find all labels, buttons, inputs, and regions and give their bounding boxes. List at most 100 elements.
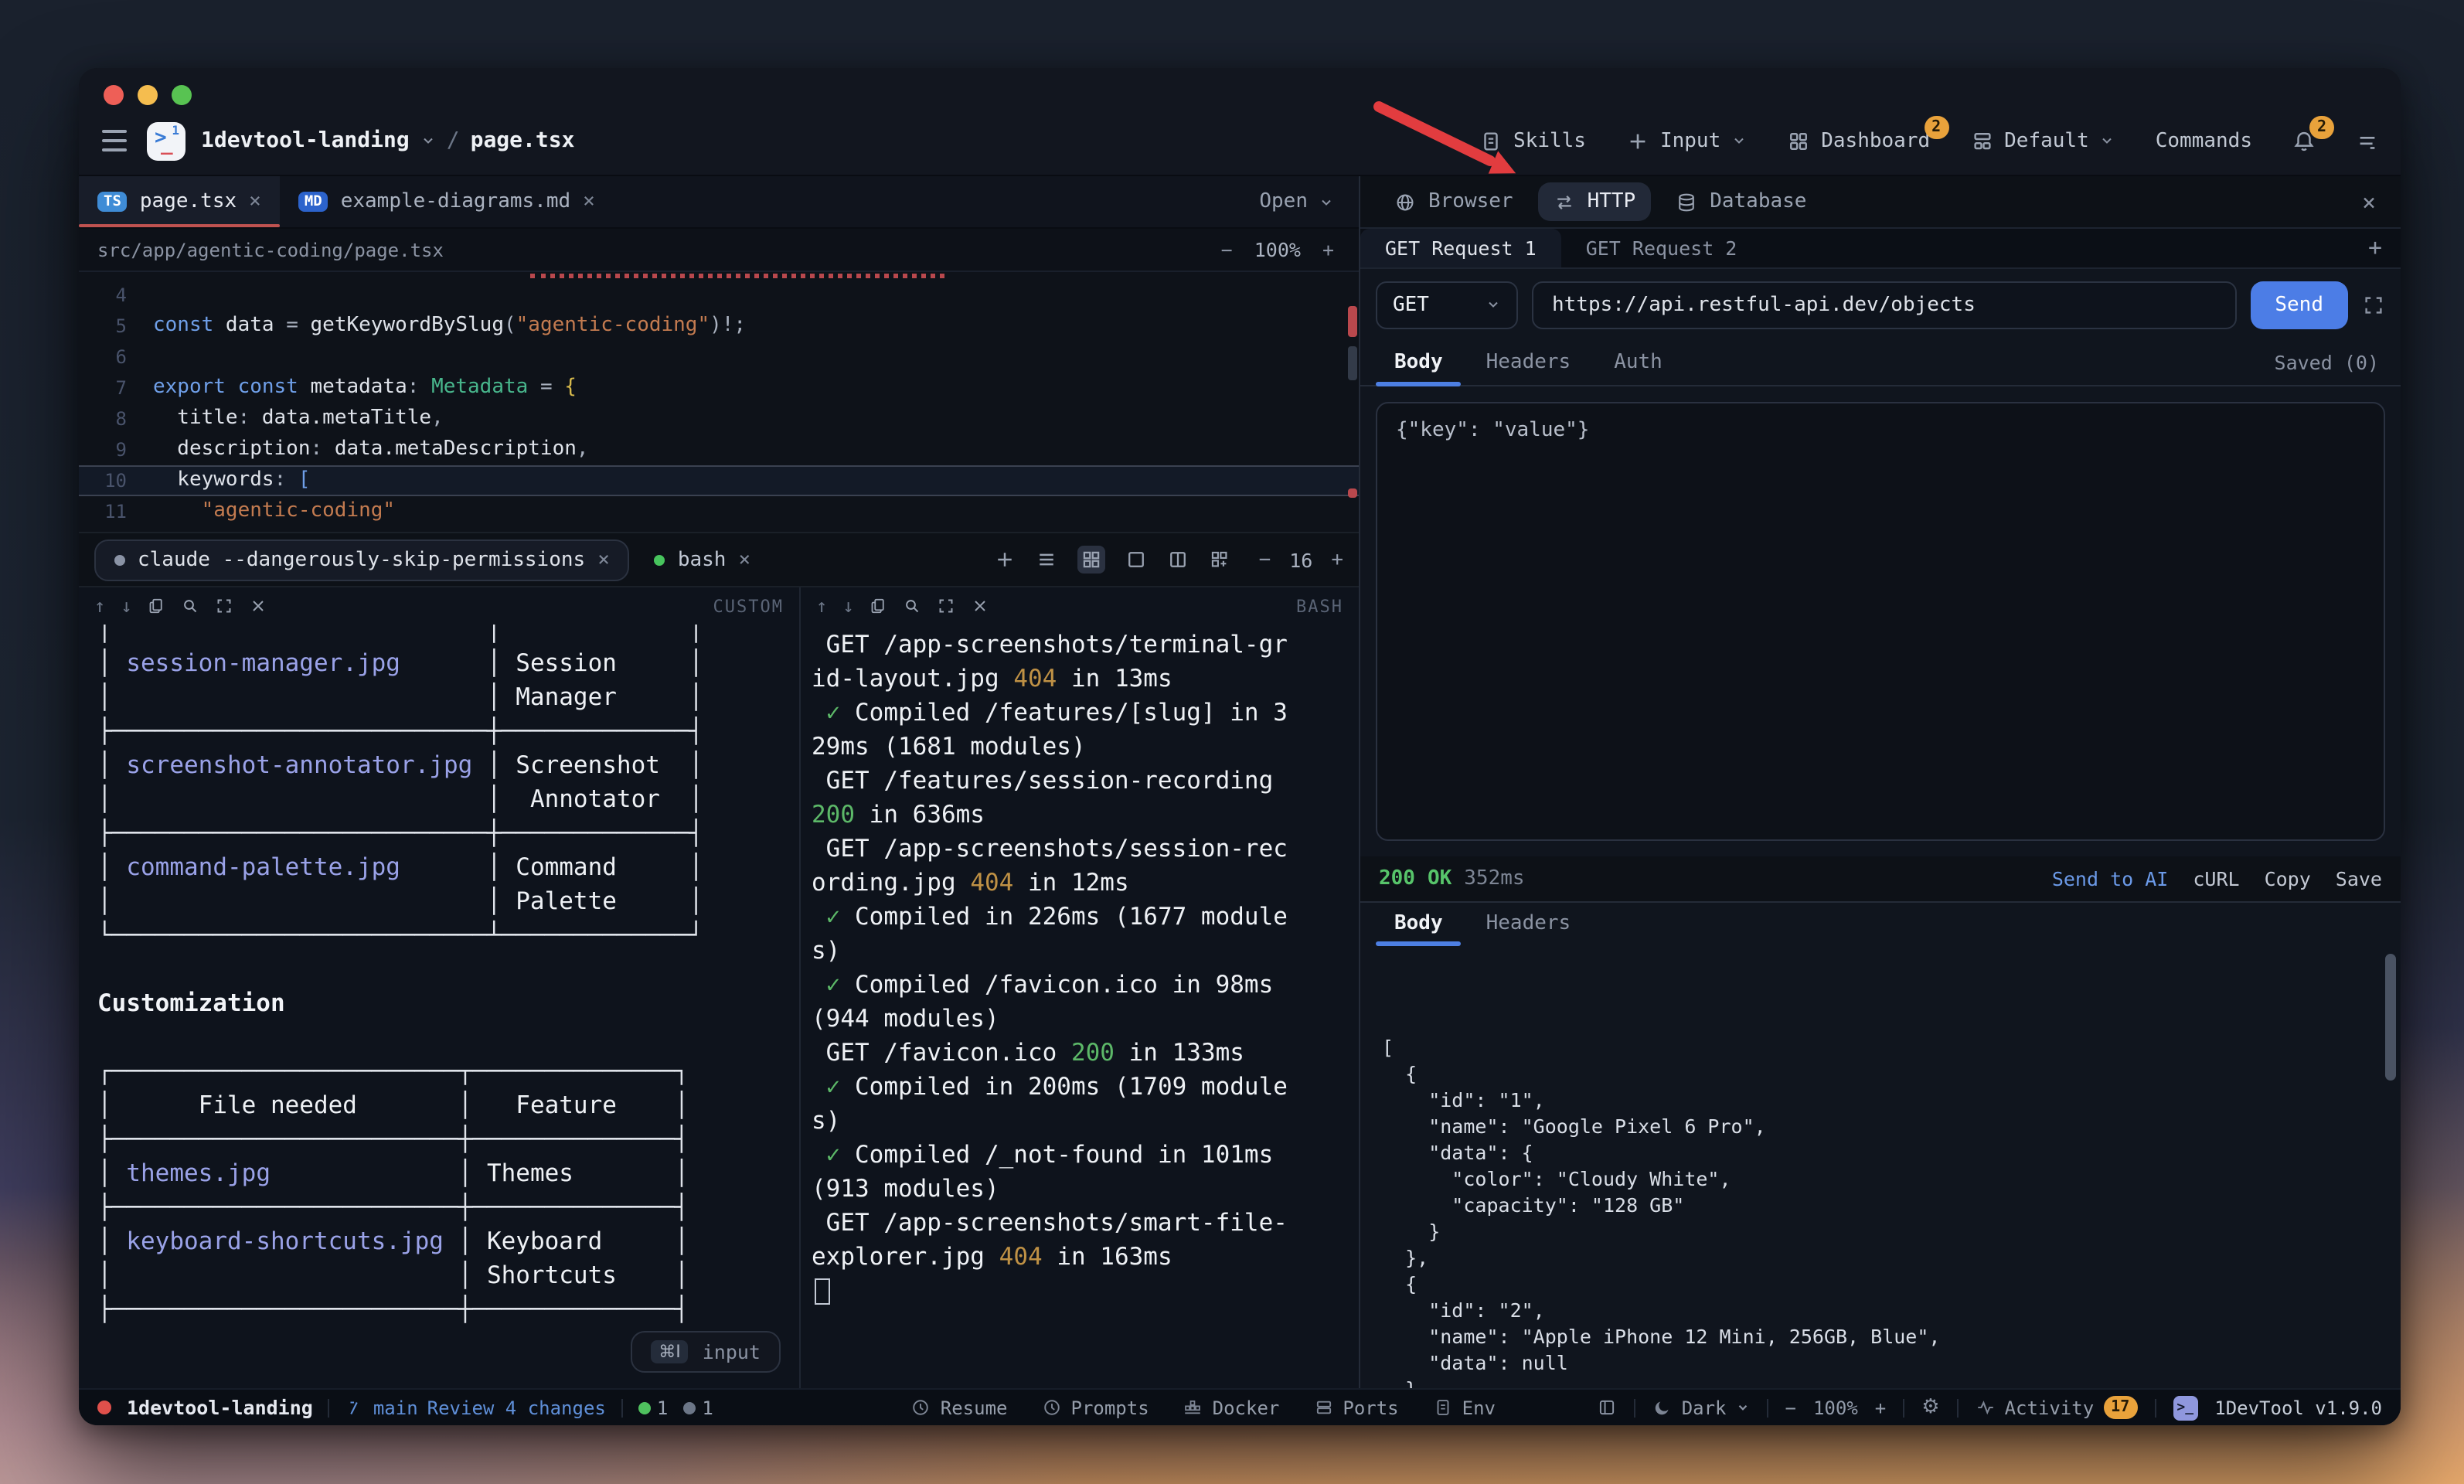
response-body[interactable]: [ { "id": "1", "name": "Google Pixel 6 P… (1360, 946, 2401, 1388)
saved-count[interactable]: Saved (0) (2275, 340, 2385, 385)
code-line[interactable]: 8 title: data.metaTitle, (79, 403, 1359, 434)
skills-button[interactable]: Skills (1479, 129, 1586, 152)
tab-request-body[interactable]: Body (1376, 340, 1462, 385)
request-tab-2[interactable]: GET Request 2 (1561, 229, 1762, 267)
send-to-ai-button[interactable]: Send to AI (2052, 867, 2169, 890)
settings-gear-icon[interactable]: ⚙ (1921, 1396, 1939, 1419)
ui-zoom-out-button[interactable]: − (1785, 1397, 1796, 1418)
expand-icon[interactable] (2362, 293, 2385, 316)
fullscreen-icon[interactable] (938, 597, 956, 615)
copy-icon[interactable] (148, 597, 166, 615)
dashboard-button[interactable]: Dashboard 2 (1787, 129, 1930, 152)
close-icon[interactable] (250, 597, 268, 615)
curl-button[interactable]: cURL (2193, 867, 2239, 890)
scrollbar-thumb[interactable] (1348, 346, 1357, 380)
request-body-editor[interactable]: {"key": "value"} (1376, 402, 2385, 841)
code-line[interactable]: 7export const metadata: Metadata = { (79, 373, 1359, 403)
statusbar-project[interactable]: 1devtool-landing (127, 1396, 313, 1419)
terminal-tab-bash[interactable]: bash × (648, 540, 757, 579)
add-request-icon[interactable]: + (2368, 233, 2401, 267)
menu-icon[interactable] (94, 121, 134, 161)
tab-request-auth[interactable]: Auth (1595, 340, 1681, 385)
code-line[interactable]: 5const data = getKeywordBySlug("agentic-… (79, 311, 1359, 342)
ok-count[interactable]: 1 (638, 1397, 668, 1418)
search-icon[interactable] (182, 597, 200, 615)
docker-button[interactable]: Docker (1183, 1397, 1280, 1418)
scroll-down-icon[interactable]: ↓ (842, 597, 853, 615)
terminal-font-larger-button[interactable]: + (1331, 548, 1343, 571)
scroll-up-icon[interactable]: ↑ (816, 597, 827, 615)
input-button[interactable]: Input (1626, 129, 1747, 152)
terminal-font-smaller-button[interactable]: − (1259, 548, 1271, 571)
input-hint-badge[interactable]: ⌘I input (631, 1331, 781, 1373)
tab-page-tsx[interactable]: TS page.tsx × (79, 176, 280, 227)
terminal-output-bash[interactable]: GET /app-screenshots/terminal-grid-layou… (801, 625, 1359, 1388)
editor-scrollbar[interactable] (1346, 272, 1359, 532)
project-switcher[interactable]: 1devtool-landing / page.tsx (201, 128, 574, 153)
grid-add-icon[interactable] (1210, 549, 1231, 570)
resume-button[interactable]: Resume (911, 1397, 1008, 1418)
tab-database[interactable]: Database (1660, 182, 1822, 221)
close-tab-icon[interactable]: × (597, 548, 610, 571)
new-terminal-icon[interactable] (995, 549, 1016, 570)
terminal-line: id-layout.jpg 404 in 13ms (812, 662, 1359, 696)
list-layout-icon[interactable] (1036, 549, 1058, 570)
copy-icon[interactable] (870, 597, 888, 615)
code-line[interactable]: 10 keywords: [ (79, 465, 1359, 496)
project-name[interactable]: 1devtool-landing (201, 128, 410, 153)
commands-button[interactable]: Commands (2156, 129, 2252, 152)
minimize-window-button[interactable] (138, 85, 158, 105)
grid-layout-icon[interactable] (1078, 546, 1106, 574)
editor-zoom-out-button[interactable]: − (1221, 238, 1233, 261)
copy-button[interactable]: Copy (2265, 867, 2311, 890)
tab-http[interactable]: HTTP (1538, 182, 1652, 221)
send-button[interactable]: Send (2250, 281, 2348, 328)
tab-response-body[interactable]: Body (1376, 903, 1462, 945)
git-branch-status[interactable]: main Review 4 changes (345, 1397, 606, 1418)
code-line[interactable]: 9 description: data.metaDescription, (79, 434, 1359, 465)
prompts-button[interactable]: Prompts (1042, 1397, 1149, 1418)
overflow-menu-button[interactable] (2356, 129, 2379, 152)
tab-request-headers[interactable]: Headers (1468, 340, 1590, 385)
terminal-tab-claude[interactable]: claude --dangerously-skip-permissions × (94, 539, 630, 580)
close-tab-icon[interactable]: × (738, 548, 750, 571)
close-tab-icon[interactable]: × (583, 190, 595, 213)
review-changes-link[interactable]: Review 4 changes (427, 1397, 606, 1418)
scroll-up-icon[interactable]: ↑ (94, 597, 105, 615)
search-icon[interactable] (904, 597, 922, 615)
code-editor[interactable]: 45const data = getKeywordBySlug("agentic… (79, 272, 1359, 532)
close-panel-icon[interactable]: × (2356, 188, 2382, 216)
scroll-down-icon[interactable]: ↓ (121, 597, 131, 615)
ui-zoom-in-button[interactable]: + (1875, 1397, 1886, 1418)
code-line[interactable]: 4 (79, 280, 1359, 311)
ports-button[interactable]: Ports (1313, 1397, 1398, 1418)
env-button[interactable]: Env (1433, 1397, 1496, 1418)
url-input[interactable] (1532, 281, 2236, 328)
theme-selector[interactable]: Dark (1652, 1397, 1750, 1418)
pending-count[interactable]: 1 (683, 1397, 713, 1418)
notifications-button[interactable]: 2 (2292, 129, 2316, 152)
close-window-button[interactable] (104, 85, 124, 105)
zoom-window-button[interactable] (172, 85, 192, 105)
single-pane-icon[interactable] (1126, 549, 1148, 570)
fullscreen-icon[interactable] (216, 597, 234, 615)
terminal-output-custom[interactable]: │ │ ││ session-manager.jpg │ Session ││ … (79, 625, 799, 1388)
close-icon[interactable] (972, 597, 990, 615)
tab-response-headers[interactable]: Headers (1468, 903, 1590, 945)
tab-example-diagrams-md[interactable]: MD example-diagrams.md × (280, 176, 614, 227)
editor-zoom-in-button[interactable]: + (1322, 238, 1334, 261)
code-line[interactable]: 11 "agentic-coding" (79, 496, 1359, 527)
tab-browser[interactable]: Browser (1379, 182, 1529, 221)
panel-toggle-icon[interactable] (1597, 1397, 1617, 1418)
save-button[interactable]: Save (2336, 867, 2382, 890)
close-tab-icon[interactable]: × (249, 190, 261, 213)
code-line[interactable]: 6 (79, 342, 1359, 373)
split-pane-icon[interactable] (1168, 549, 1189, 570)
open-file-dropdown[interactable]: Open (1259, 176, 1359, 227)
scrollbar-thumb[interactable] (2385, 954, 2396, 1081)
request-tab-1[interactable]: GET Request 1 (1360, 229, 1561, 267)
response-json-line: "data": { (1382, 1139, 2379, 1166)
workspace-selector[interactable]: Default (1970, 129, 2115, 152)
method-selector[interactable]: GET (1376, 281, 1518, 328)
activity-button[interactable]: Activity 17 (1976, 1396, 2138, 1419)
